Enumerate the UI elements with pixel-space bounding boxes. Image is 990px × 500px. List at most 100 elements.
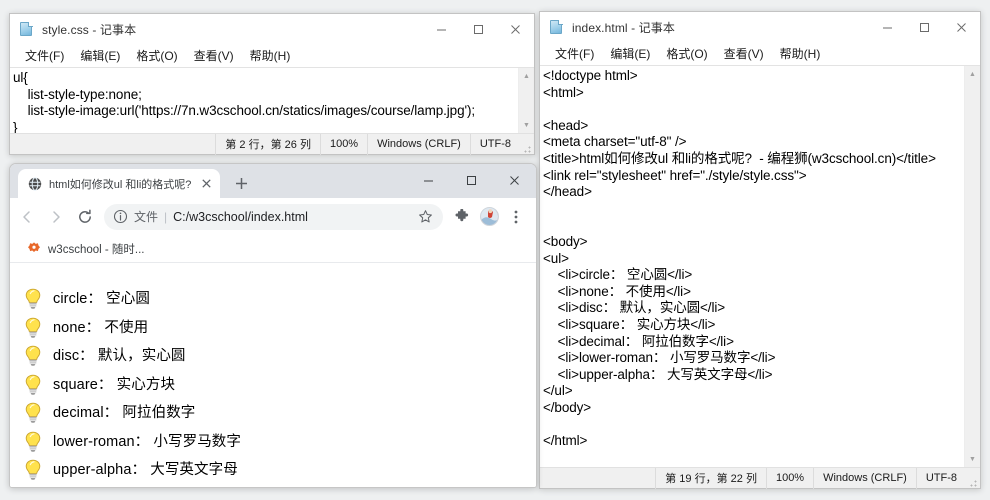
- scrollbar-track[interactable]: [519, 84, 534, 117]
- menu-format[interactable]: 格式(O): [129, 45, 184, 66]
- menu-file[interactable]: 文件(F): [18, 45, 71, 66]
- titlebar[interactable]: style.css - 记事本: [10, 14, 534, 44]
- globe-icon: [28, 177, 42, 191]
- menu-view[interactable]: 查看(V): [717, 43, 771, 64]
- list-item-text: upper-alpha： 大写英文字母: [53, 463, 238, 478]
- lamp-bulb-icon: [24, 288, 42, 310]
- tab-strip[interactable]: html如何修改ul 和li的格式呢?: [10, 164, 536, 198]
- menu-help[interactable]: 帮助(H): [243, 45, 298, 66]
- notepad-icon: [19, 22, 34, 37]
- three-dot-menu-icon[interactable]: [503, 203, 529, 231]
- resize-grip[interactable]: [966, 468, 980, 489]
- window-controls: [423, 14, 534, 44]
- list-item: none： 不使用: [24, 314, 536, 343]
- bookmark-w3cschool[interactable]: w3cschool - 随时...: [23, 238, 149, 260]
- url-separator: |: [164, 210, 167, 224]
- line-ending: Windows (CRLF): [813, 468, 916, 489]
- editor-area[interactable]: ul{ list-style-type:none; list-style-ima…: [10, 67, 534, 133]
- menu-edit[interactable]: 编辑(E): [73, 45, 127, 66]
- list-item: decimal： 阿拉伯数字: [24, 399, 536, 428]
- close-icon[interactable]: [493, 164, 536, 196]
- address-bar[interactable]: 文件 | C:/w3cschool/index.html: [104, 204, 443, 230]
- browser-toolbar[interactable]: 文件 | C:/w3cschool/index.html: [10, 198, 536, 235]
- info-icon[interactable]: [113, 209, 128, 224]
- encoding: UTF-8: [470, 134, 520, 155]
- maximize-icon[interactable]: [450, 164, 493, 196]
- window-title: style.css - 记事本: [42, 21, 136, 38]
- reload-icon[interactable]: [71, 203, 99, 231]
- w3cschool-icon: [27, 242, 41, 256]
- lamp-bulb-icon: [24, 374, 42, 396]
- scrollbar-track[interactable]: [965, 82, 980, 451]
- avatar: [480, 207, 499, 226]
- menubar[interactable]: 文件(F) 编辑(E) 格式(O) 查看(V) 帮助(H): [540, 42, 980, 65]
- menubar[interactable]: 文件(F) 编辑(E) 格式(O) 查看(V) 帮助(H): [10, 44, 534, 67]
- scroll-down-icon[interactable]: ▼: [965, 451, 980, 467]
- star-icon[interactable]: [413, 205, 437, 229]
- list-item: disc： 默认，实心圆: [24, 342, 536, 371]
- maximize-icon[interactable]: [906, 12, 943, 42]
- forward-arrow-icon[interactable]: [42, 203, 70, 231]
- notepad-window-style-css[interactable]: style.css - 记事本 文件(F) 编辑(E) 格式(O) 查看(V) …: [9, 13, 535, 155]
- text-editor[interactable]: <!doctype html> <html> <head> <meta char…: [540, 66, 964, 467]
- back-arrow-icon[interactable]: [13, 203, 41, 231]
- minimize-icon[interactable]: [869, 12, 906, 42]
- list-item-text: none： 不使用: [53, 321, 148, 336]
- url-scheme-label: 文件: [134, 208, 158, 225]
- menu-view[interactable]: 查看(V): [187, 45, 241, 66]
- menu-help[interactable]: 帮助(H): [773, 43, 828, 64]
- desktop: style.css - 记事本 文件(F) 编辑(E) 格式(O) 查看(V) …: [0, 0, 990, 500]
- zoom-level: 100%: [766, 468, 813, 489]
- style-type-list: circle： 空心圆 none： 不使用: [24, 285, 536, 485]
- list-item: square： 实心方块: [24, 371, 536, 400]
- zoom-level: 100%: [320, 134, 367, 155]
- minimize-icon[interactable]: [423, 14, 460, 44]
- text-editor[interactable]: ul{ list-style-type:none; list-style-ima…: [10, 68, 518, 133]
- url-text[interactable]: C:/w3cschool/index.html: [173, 210, 407, 224]
- scroll-up-icon[interactable]: ▲: [965, 66, 980, 82]
- vertical-scrollbar[interactable]: ▲ ▼: [964, 66, 980, 467]
- new-tab-button[interactable]: [228, 170, 254, 196]
- list-item-text: circle： 空心圆: [53, 292, 150, 307]
- editor-area[interactable]: <!doctype html> <html> <head> <meta char…: [540, 65, 980, 467]
- close-icon[interactable]: [943, 12, 980, 42]
- lamp-bulb-icon: [24, 431, 42, 453]
- lamp-bulb-icon: [24, 459, 42, 481]
- statusbar: 第 19 行，第 22 列 100% Windows (CRLF) UTF-8: [540, 467, 980, 488]
- notepad-icon: [549, 20, 564, 35]
- puzzle-icon[interactable]: [449, 203, 475, 231]
- statusbar: 第 2 行，第 26 列 100% Windows (CRLF) UTF-8: [10, 133, 534, 154]
- list-item-text: lower-roman： 小写罗马数字: [53, 435, 241, 450]
- bookmarks-bar[interactable]: w3cschool - 随时...: [10, 235, 536, 263]
- list-item-text: decimal： 阿拉伯数字: [53, 406, 195, 421]
- scroll-down-icon[interactable]: ▼: [519, 117, 534, 133]
- close-tab-icon[interactable]: [198, 176, 214, 192]
- lamp-bulb-icon: [24, 402, 42, 424]
- close-icon[interactable]: [497, 14, 534, 44]
- maximize-icon[interactable]: [460, 14, 497, 44]
- list-item: circle： 空心圆: [24, 285, 536, 314]
- vertical-scrollbar[interactable]: ▲ ▼: [518, 68, 534, 133]
- encoding: UTF-8: [916, 468, 966, 489]
- lamp-bulb-icon: [24, 345, 42, 367]
- tab-title: html如何修改ul 和li的格式呢?: [49, 176, 191, 192]
- window-title: index.html - 记事本: [572, 19, 675, 36]
- minimize-icon[interactable]: [407, 164, 450, 196]
- notepad-window-index-html[interactable]: index.html - 记事本 文件(F) 编辑(E) 格式(O) 查看(V)…: [539, 11, 981, 489]
- menu-file[interactable]: 文件(F): [548, 43, 601, 64]
- scroll-up-icon[interactable]: ▲: [519, 68, 534, 84]
- menu-edit[interactable]: 编辑(E): [603, 43, 657, 64]
- line-ending: Windows (CRLF): [367, 134, 470, 155]
- resize-grip[interactable]: [520, 134, 534, 155]
- list-item-text: disc： 默认，实心圆: [53, 349, 186, 364]
- avatar-icon[interactable]: [476, 203, 502, 231]
- cursor-position: 第 19 行，第 22 列: [655, 468, 766, 489]
- page-viewport: circle： 空心圆 none： 不使用: [10, 263, 536, 487]
- window-controls: [407, 164, 536, 196]
- chrome-browser-window[interactable]: html如何修改ul 和li的格式呢?: [9, 163, 537, 488]
- window-controls: [869, 12, 980, 42]
- cursor-position: 第 2 行，第 26 列: [215, 134, 320, 155]
- menu-format[interactable]: 格式(O): [659, 43, 714, 64]
- titlebar[interactable]: index.html - 记事本: [540, 12, 980, 42]
- browser-tab[interactable]: html如何修改ul 和li的格式呢?: [18, 169, 220, 198]
